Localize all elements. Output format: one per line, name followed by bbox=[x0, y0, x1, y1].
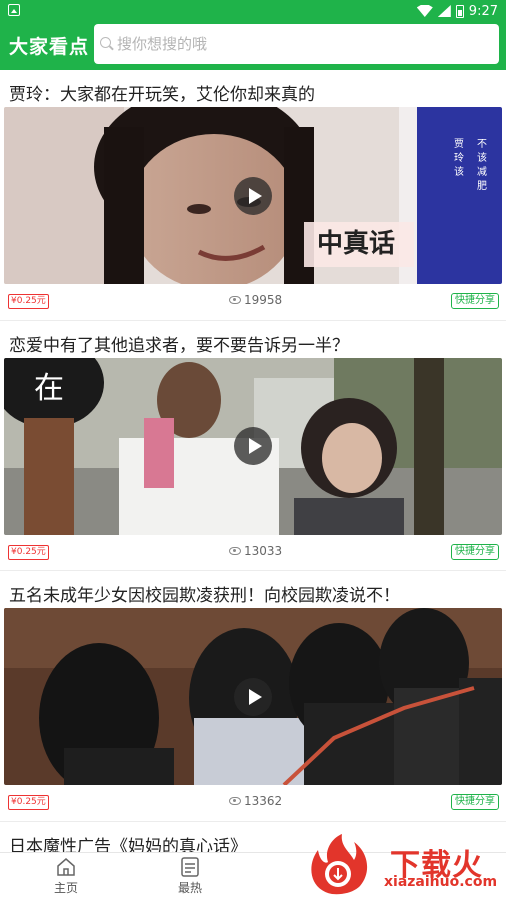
reward-badge: ¥0.25元 bbox=[8, 795, 49, 810]
view-count: 19958 bbox=[229, 293, 282, 307]
svg-text:在: 在 bbox=[34, 371, 64, 406]
app-title: 大家看点 bbox=[9, 36, 90, 58]
search-icon bbox=[100, 37, 114, 51]
home-icon bbox=[56, 857, 76, 877]
video-thumbnail[interactable]: 在 bbox=[4, 357, 502, 535]
video-title[interactable]: 恋爱中有了其他追求者，要不要告诉另一半？ bbox=[9, 331, 349, 356]
quick-share-button[interactable]: 快捷分享 bbox=[451, 543, 499, 560]
svg-text:玲: 玲 bbox=[454, 152, 464, 164]
svg-text:中真话: 中真话 bbox=[317, 229, 395, 259]
nav-hot[interactable]: 最热 bbox=[160, 857, 220, 896]
nav-home[interactable]: 主页 bbox=[36, 857, 96, 896]
video-title[interactable]: 贾玲：大家都在开玩笑，艾伦你却来真的 bbox=[9, 80, 315, 105]
svg-text:该: 该 bbox=[477, 151, 487, 164]
nav-hot-label: 最热 bbox=[177, 881, 202, 895]
quick-share-button[interactable]: 快捷分享 bbox=[451, 794, 499, 810]
signal-icon bbox=[437, 5, 451, 17]
play-icon[interactable] bbox=[234, 176, 272, 215]
search-box[interactable] bbox=[94, 24, 499, 64]
svg-text:减: 减 bbox=[477, 166, 487, 178]
search-input[interactable] bbox=[117, 35, 487, 53]
battery-icon bbox=[455, 4, 464, 18]
video-card[interactable]: 五名未成年少女因校园欺凌获刑！向校园欺凌说不！ ¥0.25元 13362 快捷分… bbox=[0, 571, 506, 822]
eye-icon bbox=[229, 797, 241, 805]
eye-icon bbox=[229, 546, 241, 555]
view-count: 13362 bbox=[229, 794, 282, 808]
flame-logo-icon bbox=[311, 834, 368, 895]
status-right: 9:27 bbox=[416, 2, 498, 20]
video-thumbnail[interactable] bbox=[4, 608, 502, 785]
video-card[interactable]: 贾玲：大家都在开玩笑，艾伦你却来真的 中真话 贾 玲 该 不 该 减 肥 ¥0.… bbox=[0, 70, 506, 321]
view-count-value: 13033 bbox=[244, 543, 283, 558]
reward-badge: ¥0.25元 bbox=[8, 294, 49, 309]
view-count-value: 13362 bbox=[244, 794, 283, 808]
video-thumbnail[interactable]: 中真话 贾 玲 该 不 该 减 肥 bbox=[4, 107, 502, 284]
video-title[interactable]: 五名未成年少女因校园欺凌获刑！向校园欺凌说不！ bbox=[9, 581, 400, 606]
svg-text:不: 不 bbox=[477, 139, 487, 150]
reward-badge: ¥0.25元 bbox=[8, 544, 49, 560]
quick-share-button[interactable]: 快捷分享 bbox=[451, 293, 499, 309]
watermark-url: xiazaihuo.com bbox=[384, 874, 498, 890]
nav-home-label: 主页 bbox=[53, 881, 78, 895]
svg-text:该: 该 bbox=[454, 165, 464, 178]
play-icon[interactable] bbox=[234, 427, 272, 465]
notification-icon bbox=[8, 4, 20, 16]
clock: 9:27 bbox=[468, 3, 498, 19]
app-bar: 大家看点 bbox=[0, 22, 506, 70]
view-count-value: 19958 bbox=[244, 293, 283, 307]
video-card[interactable]: 恋爱中有了其他追求者，要不要告诉另一半？ 在 ¥0.25元 13033 快捷分享 bbox=[0, 321, 506, 571]
video-overlay-text: 贾 bbox=[454, 138, 464, 150]
play-icon[interactable] bbox=[234, 677, 272, 716]
view-count: 13033 bbox=[229, 544, 282, 558]
eye-icon bbox=[229, 296, 241, 304]
list-icon bbox=[180, 857, 200, 877]
wifi-icon bbox=[416, 5, 433, 17]
watermark-logo: 下载火 xiazaihuo.com bbox=[302, 832, 502, 896]
status-bar: 9:27 bbox=[0, 0, 506, 22]
svg-text:肥: 肥 bbox=[477, 180, 487, 192]
video-feed: 贾玲：大家都在开玩笑，艾伦你却来真的 中真话 贾 玲 该 不 该 减 肥 ¥0.… bbox=[0, 70, 506, 822]
